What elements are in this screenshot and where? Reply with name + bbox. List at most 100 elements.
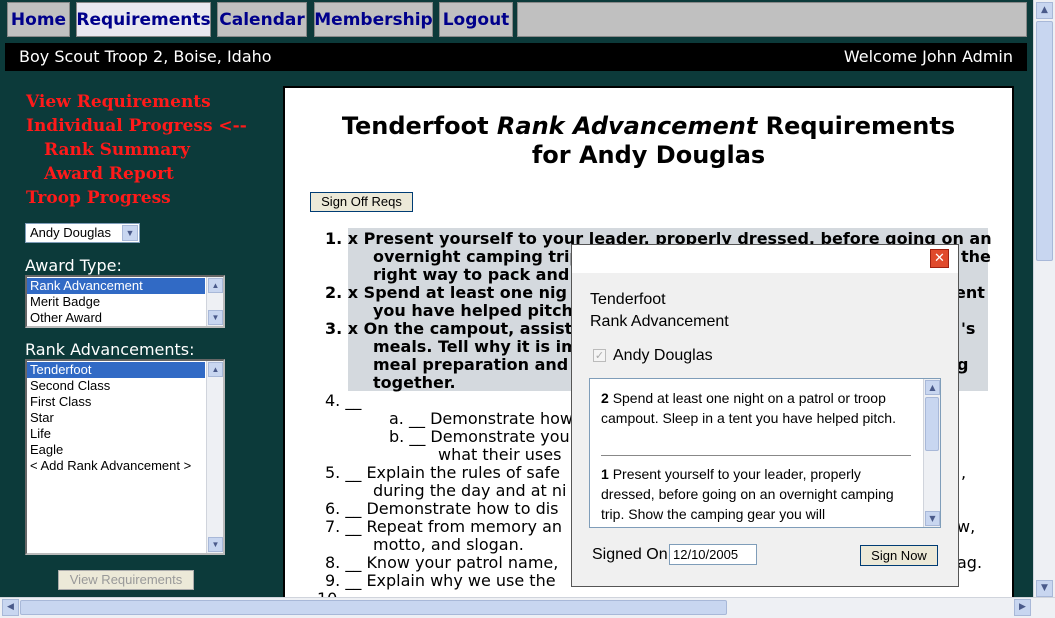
requirement-line: 6. __ Demonstrate how to dis: [325, 499, 559, 518]
rank-option[interactable]: First Class: [27, 394, 205, 410]
scroll-right-icon[interactable]: ▶: [1014, 599, 1031, 616]
requirement-line: 9. __ Explain why we use the: [325, 571, 556, 590]
page-title: Tenderfoot Rank Advancement Requirements…: [285, 112, 1012, 170]
header-bar: Boy Scout Troop 2, Boise, Idaho Welcome …: [5, 43, 1027, 71]
sign-off-dialog: ✕ Tenderfoot Rank Advancement ✓ Andy Dou…: [571, 244, 959, 587]
scroll-down-icon[interactable]: ▼: [925, 511, 940, 526]
requirement-line: the: [961, 247, 991, 266]
award-type-option[interactable]: Other Award: [27, 310, 205, 326]
award-type-scrollbar[interactable]: ▲ ▼: [206, 277, 223, 326]
sign-item-text: Present yourself to your leader, properl…: [601, 466, 894, 522]
close-icon[interactable]: ✕: [930, 249, 949, 268]
award-type-option[interactable]: Merit Badge: [27, 294, 205, 310]
tab-logout[interactable]: Logout: [439, 2, 513, 37]
requirement-line: 's: [961, 319, 976, 338]
requirement-line: a. __ Demonstrate how: [389, 409, 573, 428]
sign-item-number: 2: [601, 390, 609, 406]
requirement-line: ent: [955, 283, 985, 302]
requirement-line: 3. x On the campout, assist: [325, 319, 573, 338]
sign-list-scrollbar[interactable]: ▲ ▼: [923, 379, 940, 527]
title-rank: Tenderfoot: [341, 112, 497, 140]
scroll-down-icon[interactable]: ▼: [208, 310, 223, 325]
view-requirements-button[interactable]: View Requirements: [58, 570, 194, 590]
requirement-line: ag.: [957, 553, 983, 572]
requirement-line: 2. x Spend at least one nig: [325, 283, 567, 302]
scroll-up-icon[interactable]: ▲: [925, 380, 940, 395]
dialog-heading-type: Rank Advancement: [590, 313, 729, 330]
nav-filler: [517, 2, 1027, 37]
scroll-left-icon[interactable]: ◀: [2, 599, 19, 616]
welcome-text: Welcome John Admin: [843, 47, 1013, 66]
window-horizontal-scrollbar[interactable]: ◀ ▶: [0, 597, 1055, 618]
rank-listbox[interactable]: Tenderfoot Second Class First Class Star…: [25, 359, 225, 555]
tab-home[interactable]: Home: [7, 2, 70, 37]
rank-option[interactable]: Tenderfoot: [27, 362, 205, 378]
requirement-sign-list[interactable]: 2 Spend at least one night on a patrol o…: [589, 378, 941, 528]
sidebar-link-individual-progress[interactable]: Individual Progress <--: [26, 116, 247, 136]
scroll-down-icon[interactable]: ▼: [208, 537, 223, 552]
scroll-thumb[interactable]: [1036, 21, 1053, 261]
site-title: Boy Scout Troop 2, Boise, Idaho: [19, 47, 272, 66]
scroll-up-icon[interactable]: ▲: [1036, 2, 1053, 19]
scroll-thumb[interactable]: [925, 397, 939, 451]
requirement-line: together.: [373, 373, 456, 392]
sign-list-item[interactable]: 1 Present yourself to your leader, prope…: [601, 464, 917, 524]
requirement-line: 7. __ Repeat from memory an: [325, 517, 563, 536]
scroll-thumb[interactable]: [20, 600, 727, 615]
divider: [601, 455, 911, 456]
award-type-label: Award Type:: [25, 256, 122, 275]
dialog-heading-rank: Tenderfoot: [590, 291, 666, 308]
member-select-value: Andy Douglas: [30, 225, 111, 240]
tab-membership[interactable]: Membership: [314, 2, 433, 37]
requirement-line: b. __ Demonstrate you: [389, 427, 570, 446]
sign-now-button[interactable]: Sign Now: [860, 545, 938, 566]
rank-option-add[interactable]: < Add Rank Advancement >: [27, 458, 205, 474]
sidebar-link-rank-summary[interactable]: Rank Summary: [44, 140, 190, 160]
rank-scrollbar[interactable]: ▲ ▼: [206, 361, 223, 553]
award-type-listbox[interactable]: Rank Advancement Merit Badge Other Award…: [25, 275, 225, 328]
rank-option[interactable]: Second Class: [27, 378, 205, 394]
requirement-line: 5. __ Explain the rules of safe: [325, 463, 560, 482]
requirement-line: what their uses: [438, 445, 562, 464]
title-suffix: Requirements: [757, 112, 956, 140]
title-type: Rank Advancement: [496, 112, 758, 140]
dialog-member-name: Andy Douglas: [613, 347, 713, 364]
top-nav: Home Requirements Calendar Membership Lo…: [0, 0, 1055, 41]
rank-option[interactable]: Eagle: [27, 442, 205, 458]
tab-calendar[interactable]: Calendar: [217, 2, 307, 37]
sidebar-link-troop-progress[interactable]: Troop Progress: [26, 188, 171, 208]
sign-list-item[interactable]: 2 Spend at least one night on a patrol o…: [601, 388, 917, 428]
rank-option[interactable]: Star: [27, 410, 205, 426]
sign-item-text: Spend at least one night on a patrol or …: [601, 390, 896, 426]
scroll-up-icon[interactable]: ▲: [208, 278, 223, 293]
title-member: for Andy Douglas: [531, 141, 766, 169]
member-checkbox[interactable]: ✓: [593, 349, 606, 362]
window-vertical-scrollbar[interactable]: ▲ ▼: [1033, 0, 1055, 600]
signed-on-date-input[interactable]: 12/10/2005: [669, 544, 757, 565]
requirement-line: overnight camping trip.: [373, 247, 587, 266]
member-select[interactable]: Andy Douglas ▼: [25, 223, 140, 243]
requirement-line: right way to pack and c: [373, 265, 585, 284]
requirement-line: motto, and slogan.: [373, 535, 524, 554]
signed-on-label: Signed On: [592, 546, 668, 563]
sidebar-link-view-requirements[interactable]: View Requirements: [26, 92, 211, 112]
chevron-down-icon[interactable]: ▼: [122, 225, 138, 241]
requirement-line: w,: [957, 517, 976, 536]
requirement-line: 4. __: [325, 391, 362, 410]
rank-option[interactable]: Life: [27, 426, 205, 442]
requirement-line: during the day and at ni: [373, 481, 567, 500]
scroll-up-icon[interactable]: ▲: [208, 362, 223, 377]
sign-off-reqs-button[interactable]: Sign Off Reqs: [310, 192, 413, 212]
scroll-down-icon[interactable]: ▼: [1036, 580, 1053, 597]
award-type-option[interactable]: Rank Advancement: [27, 278, 205, 294]
requirement-line: 8. __ Know your patrol name,: [325, 553, 559, 572]
requirement-line: ,: [961, 463, 967, 482]
requirement-line: you have helped pitch.: [373, 301, 580, 320]
sign-item-number: 1: [601, 466, 609, 482]
tab-requirements[interactable]: Requirements: [76, 2, 211, 37]
dialog-titlebar[interactable]: [572, 245, 958, 273]
rank-advancements-label: Rank Advancements:: [25, 340, 195, 359]
sidebar-link-award-report[interactable]: Award Report: [44, 164, 174, 184]
requirement-line: meals. Tell why it is imp: [373, 337, 590, 356]
requirement-line: meal preparation and c: [373, 355, 584, 374]
